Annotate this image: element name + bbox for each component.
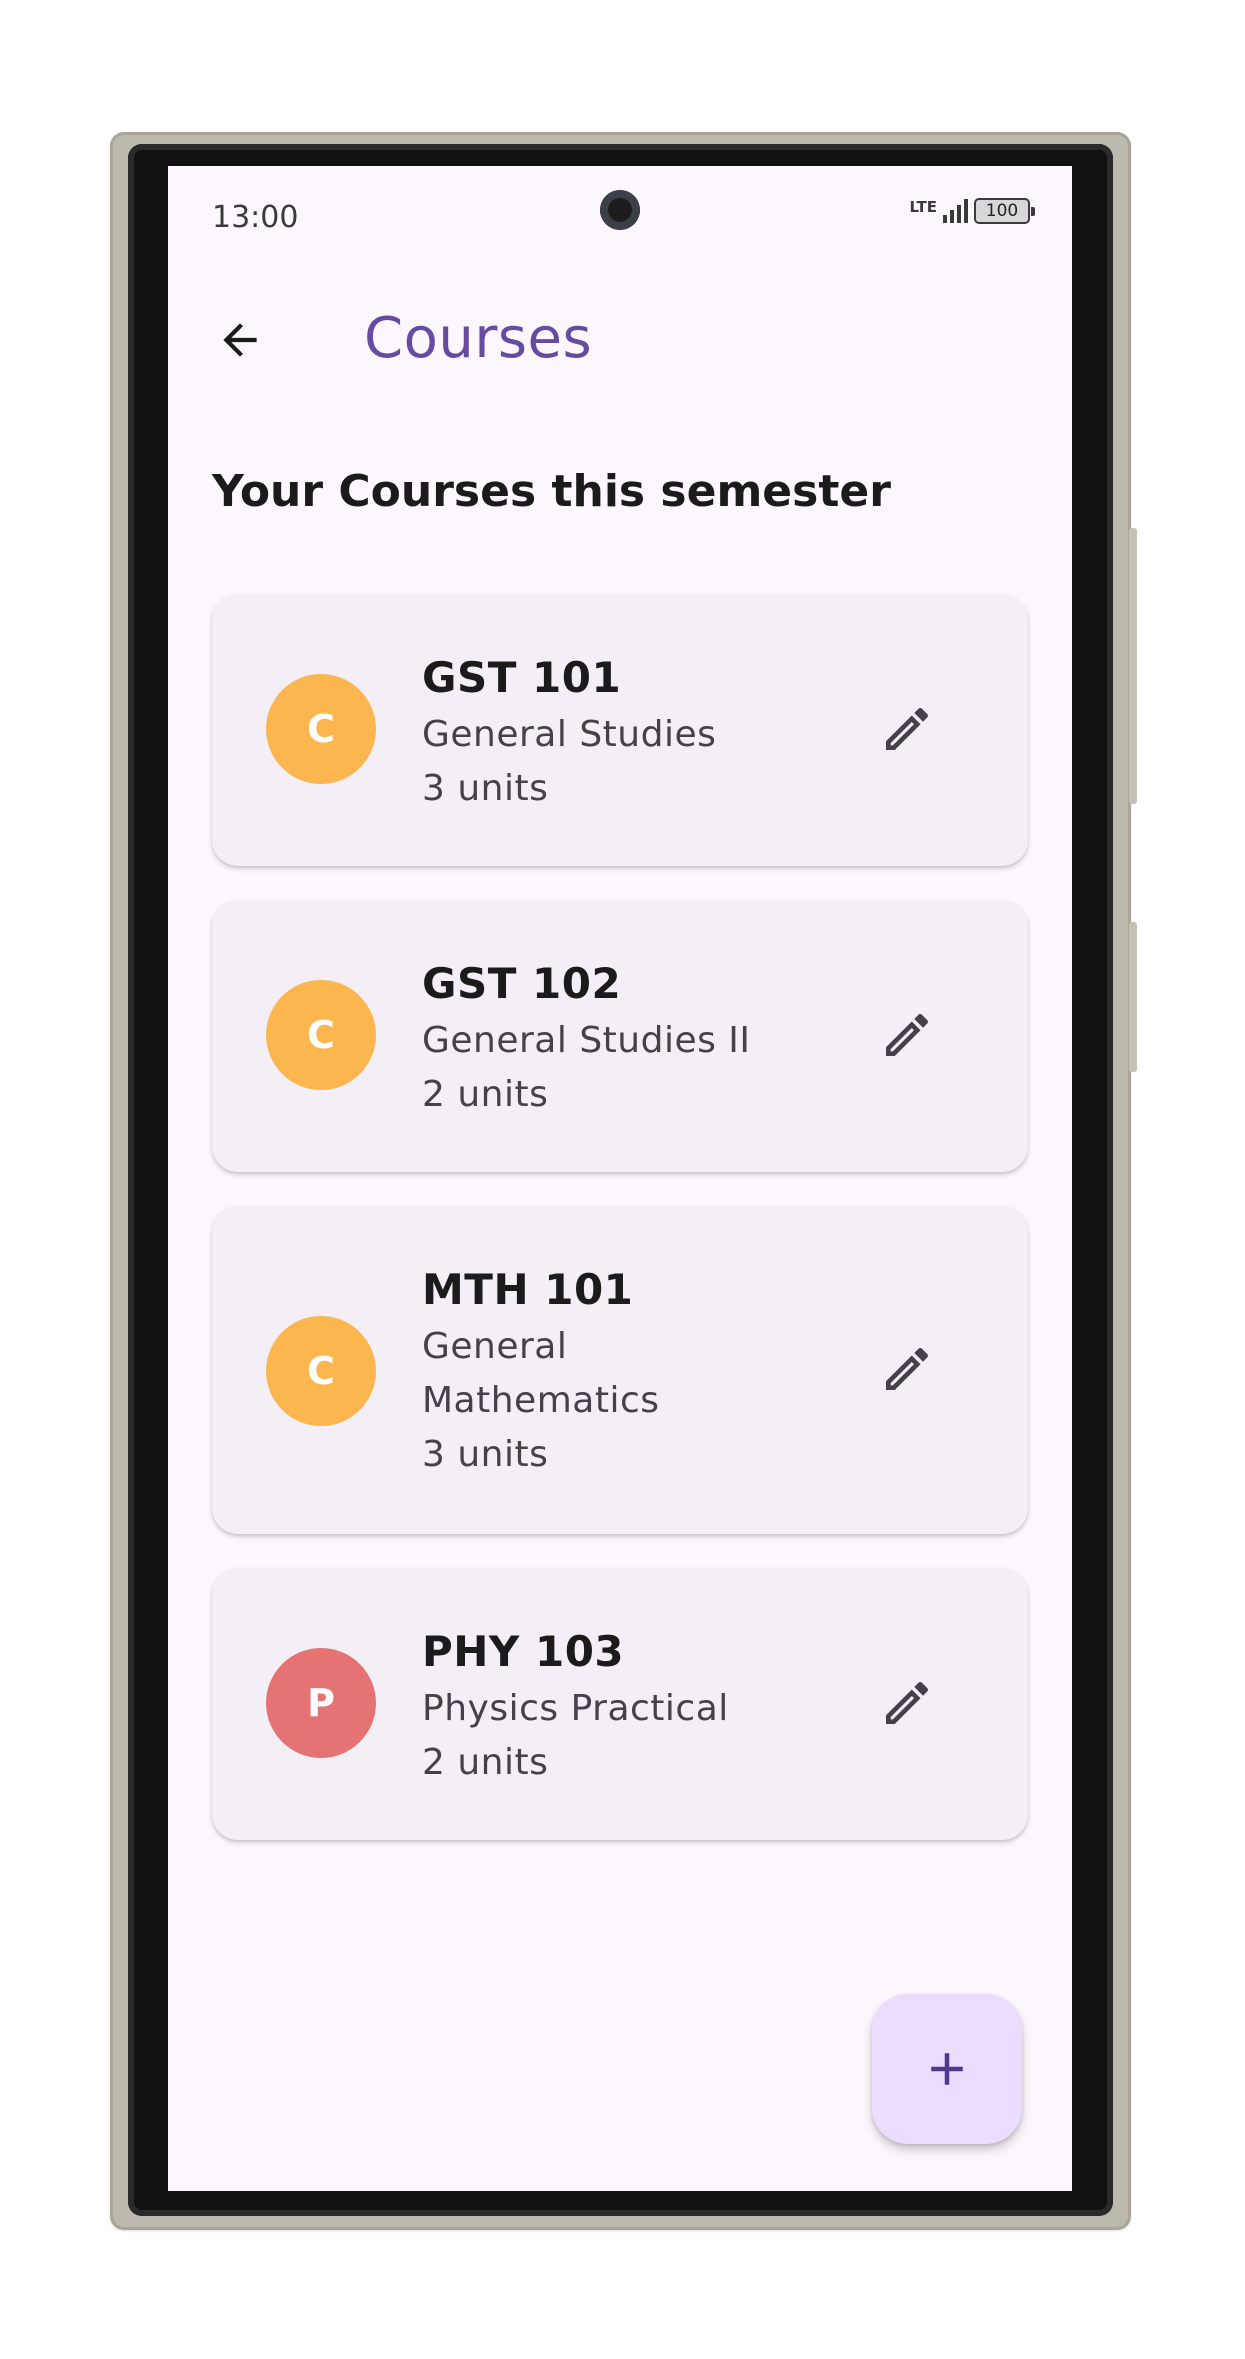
page-title: Courses	[364, 306, 593, 371]
arrow-left-icon	[223, 323, 257, 357]
add-course-button[interactable]	[872, 1994, 1022, 2144]
edit-course-button[interactable]	[872, 1000, 942, 1070]
volume-button	[1129, 922, 1137, 1072]
course-units: 2 units	[422, 1742, 549, 1783]
section-heading: Your Courses this semester	[212, 466, 891, 517]
pencil-icon	[886, 1013, 929, 1056]
course-code: MTH 101	[422, 1265, 634, 1314]
pencil-icon	[886, 707, 929, 750]
course-avatar: C	[266, 1316, 376, 1426]
course-card[interactable]: C GST 102 General Studies II 2 units	[212, 900, 1028, 1172]
course-units: 2 units	[422, 1074, 549, 1115]
course-card[interactable]: P PHY 103 Physics Practical 2 units	[212, 1568, 1028, 1840]
course-name: Physics Practical	[422, 1688, 729, 1729]
course-code: PHY 103	[422, 1627, 625, 1676]
status-time: 13:00	[212, 200, 299, 235]
course-avatar: P	[266, 1648, 376, 1758]
course-units: 3 units	[422, 768, 549, 809]
battery-level: 100	[985, 200, 1019, 221]
front-camera	[600, 190, 640, 230]
course-card[interactable]: C GST 101 General Studies 3 units	[212, 594, 1028, 866]
app-screen: 13:00 LTE 100 Courses Your Courses this …	[168, 166, 1072, 2191]
edit-course-button[interactable]	[872, 1668, 942, 1738]
course-code: GST 102	[422, 959, 622, 1008]
back-button[interactable]	[210, 310, 270, 370]
pencil-icon	[886, 1681, 929, 1724]
course-info: PHY 103 Physics Practical 2 units	[422, 1622, 812, 1790]
course-name: General Studies	[422, 714, 717, 755]
course-name: General Mathematics	[422, 1326, 660, 1421]
network-type: LTE	[909, 197, 937, 216]
edit-course-button[interactable]	[872, 1334, 942, 1404]
course-info: GST 102 General Studies II 2 units	[422, 954, 812, 1122]
course-info: GST 101 General Studies 3 units	[422, 648, 812, 816]
power-button	[1129, 528, 1137, 804]
course-avatar: C	[266, 980, 376, 1090]
pencil-icon	[886, 1347, 929, 1390]
course-avatar: C	[266, 674, 376, 784]
edit-course-button[interactable]	[872, 694, 942, 764]
plus-icon	[931, 2053, 963, 2085]
course-info: MTH 101 General Mathematics 3 units	[422, 1260, 812, 1482]
battery-icon: 100	[974, 198, 1035, 224]
status-icons: LTE 100	[909, 197, 1035, 224]
course-name: General Studies II	[422, 1020, 751, 1061]
course-units: 3 units	[422, 1434, 549, 1475]
course-code: GST 101	[422, 653, 622, 702]
course-card[interactable]: C MTH 101 General Mathematics 3 units	[212, 1206, 1028, 1534]
signal-icon	[943, 199, 968, 223]
